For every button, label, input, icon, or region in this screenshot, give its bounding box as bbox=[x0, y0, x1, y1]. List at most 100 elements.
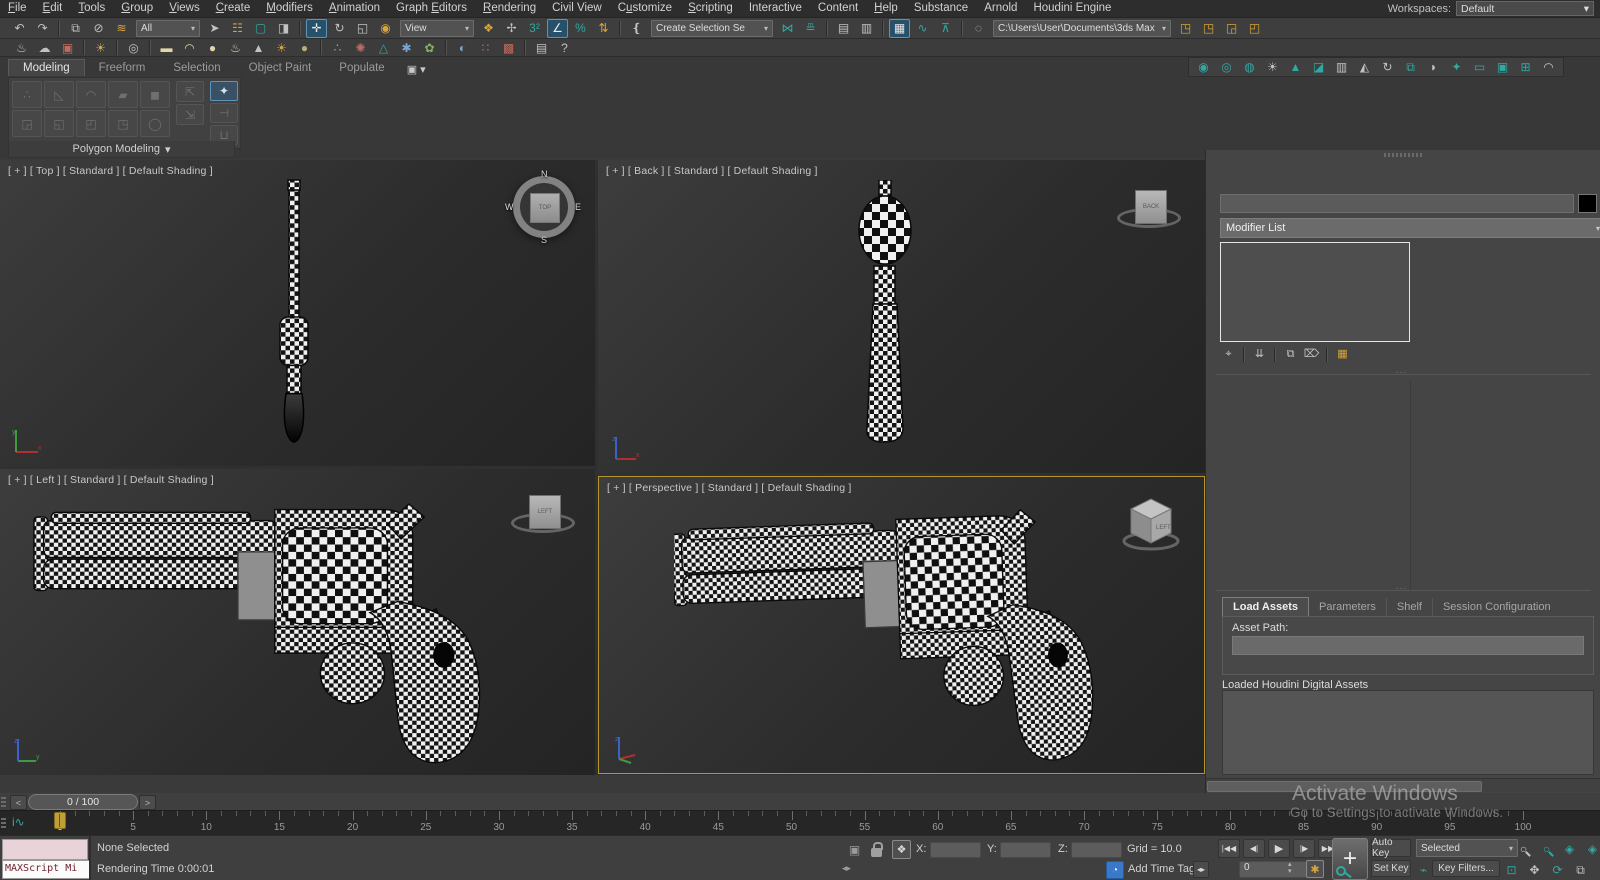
previous-frame-button[interactable]: ◀| bbox=[1243, 839, 1265, 858]
play-button[interactable]: ▶ bbox=[1268, 839, 1290, 858]
curve-editor-button[interactable]: ∿ bbox=[912, 19, 933, 38]
texture-swap-icon[interactable]: ◪ bbox=[1308, 58, 1329, 77]
dome-icon[interactable]: ◠ bbox=[179, 38, 200, 57]
help-circle-icon[interactable]: ? bbox=[554, 38, 575, 57]
snaps-toggle-button[interactable]: 3² bbox=[524, 19, 545, 38]
use-pivot-point-center-button[interactable]: ❖ bbox=[478, 19, 499, 38]
layers-icon[interactable]: ⧉ bbox=[1400, 58, 1421, 77]
key-mode-toggle-icon[interactable]: ✱ bbox=[1306, 860, 1324, 878]
loop-icon[interactable]: ◯ bbox=[140, 110, 170, 137]
lamp-note-icon[interactable]: ☀ bbox=[90, 38, 111, 57]
viewcube-back-face[interactable]: BACK bbox=[1135, 190, 1167, 224]
menu-modifiers[interactable]: Modifiers bbox=[258, 0, 321, 17]
set-keys-button[interactable]: + bbox=[1332, 838, 1368, 880]
box-arrow-icon-3[interactable]: ◲ bbox=[1221, 19, 1242, 38]
material-editor-button[interactable]: ◌ bbox=[968, 19, 989, 38]
loaded-assets-list[interactable] bbox=[1222, 690, 1594, 775]
blob-icon[interactable]: ✱ bbox=[396, 38, 417, 57]
show-end-result-icon[interactable]: ⇊ bbox=[1250, 346, 1269, 363]
key-filter-icon[interactable]: ⌁ bbox=[1413, 860, 1434, 879]
workspaces-dropdown[interactable]: Default▾ bbox=[1456, 1, 1594, 16]
angle-snap-toggle[interactable]: ∠ bbox=[547, 19, 568, 38]
menu-civil-view[interactable]: Civil View bbox=[544, 0, 610, 17]
track-scroll-icon[interactable]: ◂▸ bbox=[842, 863, 851, 874]
viewport-label[interactable]: [ + ] [ Left ] [ Standard ] [ Default Sh… bbox=[8, 474, 214, 486]
select-and-manipulate-button[interactable]: ✢ bbox=[501, 19, 522, 38]
z-coordinate-field[interactable] bbox=[1071, 842, 1122, 858]
teapot-outline-icon[interactable]: ◠ bbox=[1538, 58, 1559, 77]
viewport-label[interactable]: [ + ] [ Perspective ] [ Standard ] [ Def… bbox=[607, 482, 852, 494]
houdini-tab-shelf[interactable]: Shelf bbox=[1387, 598, 1433, 616]
select-and-place-button[interactable]: ◉ bbox=[375, 19, 396, 38]
listener-splitter[interactable] bbox=[89, 836, 91, 880]
menu-interactive[interactable]: Interactive bbox=[741, 0, 810, 17]
molecule-icon[interactable]: ✺ bbox=[350, 38, 371, 57]
absolute-mode-toggle[interactable]: ❖ bbox=[892, 840, 911, 859]
edge-mode-icon[interactable]: ◺ bbox=[44, 81, 74, 108]
planet-icon[interactable]: ◐ bbox=[452, 38, 473, 57]
menu-animation[interactable]: Animation bbox=[321, 0, 388, 17]
menu-edit[interactable]: Edit bbox=[35, 0, 71, 17]
monitor-icon[interactable]: ▭ bbox=[1469, 58, 1490, 77]
viewcube-left-face[interactable]: LEFT bbox=[529, 495, 561, 529]
viewport-top[interactable]: [ + ] [ Top ] [ Standard ] [ Default Sha… bbox=[0, 160, 595, 466]
render-frame-window-icon[interactable]: ▣ bbox=[57, 38, 78, 57]
box-arrow-icon-4[interactable]: ◰ bbox=[1244, 19, 1265, 38]
zoom-all-icon[interactable]: ○ bbox=[1536, 839, 1557, 858]
pin-slider-icon[interactable]: ⊣ bbox=[210, 103, 238, 123]
cloud-state-icon[interactable]: ☁ bbox=[34, 38, 55, 57]
menu-rendering[interactable]: Rendering bbox=[475, 0, 544, 17]
go-to-start-button[interactable]: |◀◀ bbox=[1218, 839, 1240, 858]
menu-houdini-engine[interactable]: Houdini Engine bbox=[1025, 0, 1119, 17]
window-crossing-toggle[interactable]: ◨ bbox=[273, 19, 294, 38]
subdiv-icon-1[interactable]: ◲ bbox=[12, 110, 42, 137]
color-dots-icon[interactable]: ∷ bbox=[475, 38, 496, 57]
remove-modifier-icon[interactable]: ⌦ bbox=[1302, 346, 1321, 363]
object-color-swatch[interactable] bbox=[1578, 194, 1597, 213]
selection-lock-icon[interactable] bbox=[871, 848, 882, 857]
viewport-left[interactable]: [ + ] [ Left ] [ Standard ] [ Default Sh… bbox=[0, 469, 595, 775]
edit-named-selection-sets-button[interactable]: ❴ bbox=[626, 19, 647, 38]
ribbon-menu-icon[interactable]: ▣ ▾ bbox=[407, 63, 426, 76]
menu-customize[interactable]: Customize bbox=[610, 0, 680, 17]
subdiv-icon-2[interactable]: ◱ bbox=[44, 110, 74, 137]
time-slider-value[interactable]: 0 / 100 bbox=[28, 794, 138, 810]
next-frame-arrow[interactable]: > bbox=[139, 795, 156, 810]
sphere-khaki-icon[interactable]: ● bbox=[294, 38, 315, 57]
orbit-icon[interactable]: ⟳ bbox=[1547, 860, 1568, 879]
houdini-tab-load-assets[interactable]: Load Assets bbox=[1222, 597, 1309, 616]
time-tag-clock-icon[interactable]: ◔ bbox=[1106, 861, 1124, 879]
subdiv-icon-3[interactable]: ◰ bbox=[76, 110, 106, 137]
rollout-separator[interactable] bbox=[1216, 374, 1591, 375]
rectangular-selection-region-button[interactable]: ▢ bbox=[250, 19, 271, 38]
cone-icon[interactable]: ▲ bbox=[1285, 58, 1306, 77]
maxscript-mini-listener-output[interactable] bbox=[2, 839, 88, 860]
red-box-icon[interactable]: ▩ bbox=[498, 38, 519, 57]
reference-coordinate-system-dropdown[interactable]: View▾ bbox=[400, 20, 474, 37]
menu-content[interactable]: Content bbox=[810, 0, 866, 17]
menu-graph-editors[interactable]: Graph Editors bbox=[388, 0, 475, 17]
maximize-viewport-toggle[interactable]: ⧉ bbox=[1570, 860, 1591, 879]
render-teapot-icon[interactable]: ♨ bbox=[11, 38, 32, 57]
selection-filter-dropdown[interactable]: All▾ bbox=[136, 20, 200, 37]
mini-curve-editor-icon[interactable]: i∿ bbox=[12, 815, 25, 829]
zoom-region-icon[interactable]: ⊡ bbox=[1501, 860, 1522, 879]
select-object-button[interactable]: ➤ bbox=[204, 19, 225, 38]
light-bulb-icon[interactable]: ◍ bbox=[1239, 58, 1260, 77]
material-slab-icon[interactable]: ▬ bbox=[156, 38, 177, 57]
next-frame-button[interactable]: |▶ bbox=[1293, 839, 1315, 858]
bulb-toggle-icon[interactable]: ✦ bbox=[210, 81, 238, 101]
polygon-modeling-panel-label[interactable]: Polygon Modeling▾ bbox=[8, 141, 235, 158]
add-time-tag[interactable]: Add Time Tag bbox=[1128, 863, 1195, 875]
y-coordinate-field[interactable] bbox=[1000, 842, 1051, 858]
make-unique-icon[interactable]: ⧉ bbox=[1281, 346, 1300, 363]
viewcube-compass[interactable]: N S W E TOP bbox=[509, 172, 579, 242]
ribbon-tab-selection[interactable]: Selection bbox=[159, 60, 234, 76]
pyramid-net-icon[interactable]: △ bbox=[373, 38, 394, 57]
configure-modifier-sets-icon[interactable]: ▦ bbox=[1333, 346, 1352, 363]
spinner-arrows-icon[interactable]: ▴▾ bbox=[1288, 861, 1292, 875]
teapot-small-icon[interactable]: ♨ bbox=[225, 38, 246, 57]
x-coordinate-field[interactable] bbox=[930, 842, 981, 858]
mask-icon[interactable]: ◗ bbox=[1423, 58, 1444, 77]
viewcube-top-face[interactable]: TOP bbox=[530, 193, 560, 223]
